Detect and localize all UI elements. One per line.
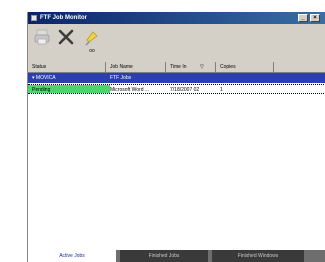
- tab-finished-windows[interactable]: Finished Windows: [212, 250, 304, 262]
- column-time-in-label: Time In: [170, 64, 187, 70]
- tab-strip: Active Jobs Finished Jobs Finished Windo…: [28, 250, 325, 262]
- time-in-cell: 7/18/2007 02: [170, 87, 200, 93]
- tab-active-jobs[interactable]: Active Jobs: [28, 250, 116, 262]
- title-bar[interactable]: FTF Job Monitor _ ×: [28, 12, 325, 24]
- app-icon: [31, 15, 37, 21]
- toolbar: oo: [28, 26, 325, 58]
- group-job-name: FTF Jobs: [110, 75, 132, 81]
- job-list[interactable]: ▾ MOVICA FTF Jobs Pending Microsoft Word…: [28, 72, 325, 251]
- group-status: ▾ MOVICA: [32, 75, 56, 81]
- pin-tool-button[interactable]: oo: [80, 28, 104, 56]
- minimize-button[interactable]: _: [298, 14, 308, 22]
- window-title: FTF Job Monitor: [40, 15, 87, 21]
- printer-tool-button[interactable]: [30, 28, 54, 56]
- column-status[interactable]: Status: [28, 62, 106, 72]
- tab-finished-jobs[interactable]: Finished Jobs: [120, 250, 208, 262]
- job-monitor-window: FTF Job Monitor _ × oo Status Job Name T…: [27, 12, 325, 262]
- delete-tool-button[interactable]: [54, 28, 78, 56]
- close-button[interactable]: ×: [310, 14, 320, 22]
- sort-arrow-icon: ▽: [200, 64, 204, 70]
- group-row[interactable]: ▾ MOVICA FTF Jobs: [28, 73, 325, 83]
- printer-icon: [34, 29, 50, 45]
- toolbar-hint-label: oo: [89, 48, 95, 54]
- pin-icon: [85, 31, 98, 46]
- status-badge: Pending: [28, 85, 110, 93]
- column-job-name[interactable]: Job Name: [106, 62, 166, 72]
- list-header: Status Job Name Time In ▽ Copies: [28, 62, 325, 72]
- column-copies[interactable]: Copies: [216, 62, 274, 72]
- delete-x-icon: [58, 29, 74, 45]
- column-time-in[interactable]: Time In ▽: [166, 62, 216, 72]
- table-row[interactable]: Pending Microsoft Word ... 7/18/2007 02 …: [28, 84, 325, 94]
- copies-cell: 1: [220, 87, 223, 93]
- job-name-cell: Microsoft Word ...: [110, 87, 150, 93]
